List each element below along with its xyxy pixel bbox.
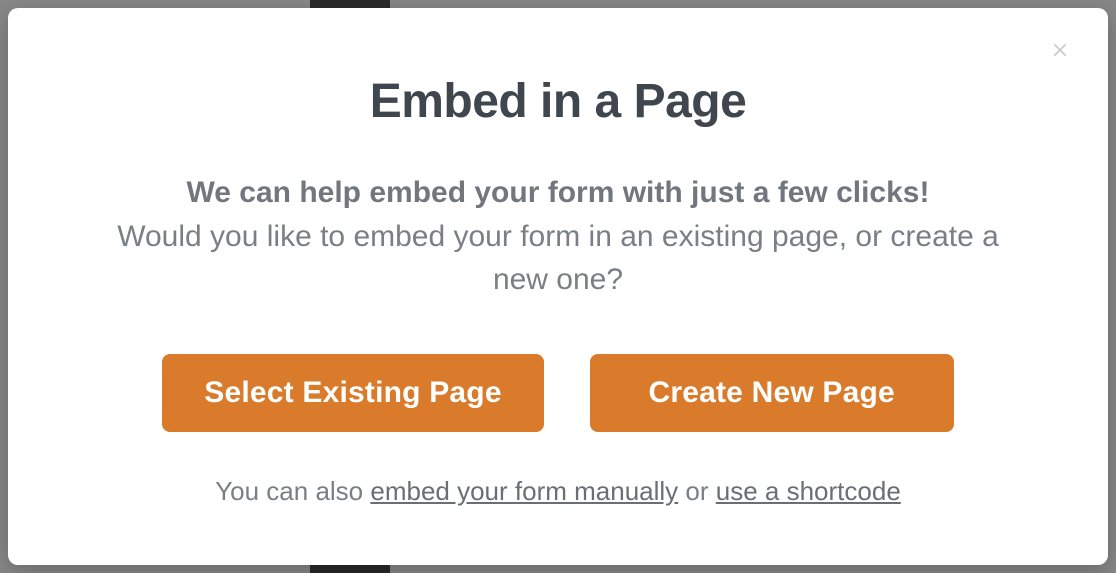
footer-prefix: You can also [215, 476, 370, 506]
close-button[interactable] [1046, 36, 1074, 64]
embed-modal: Embed in a Page We can help embed your f… [8, 8, 1108, 565]
modal-subtitle: Would you like to embed your form in an … [98, 215, 1018, 302]
footer-text: You can also embed your form manually or… [215, 476, 901, 507]
use-shortcode-link[interactable]: use a shortcode [716, 476, 901, 506]
select-existing-page-button[interactable]: Select Existing Page [162, 354, 543, 432]
modal-subtitle-strong: We can help embed your form with just a … [187, 171, 930, 215]
footer-middle: or [678, 476, 716, 506]
button-row: Select Existing Page Create New Page [162, 354, 953, 432]
close-icon [1049, 39, 1071, 61]
create-new-page-button[interactable]: Create New Page [590, 354, 954, 432]
embed-manually-link[interactable]: embed your form manually [370, 476, 678, 506]
modal-title: Embed in a Page [370, 74, 747, 129]
